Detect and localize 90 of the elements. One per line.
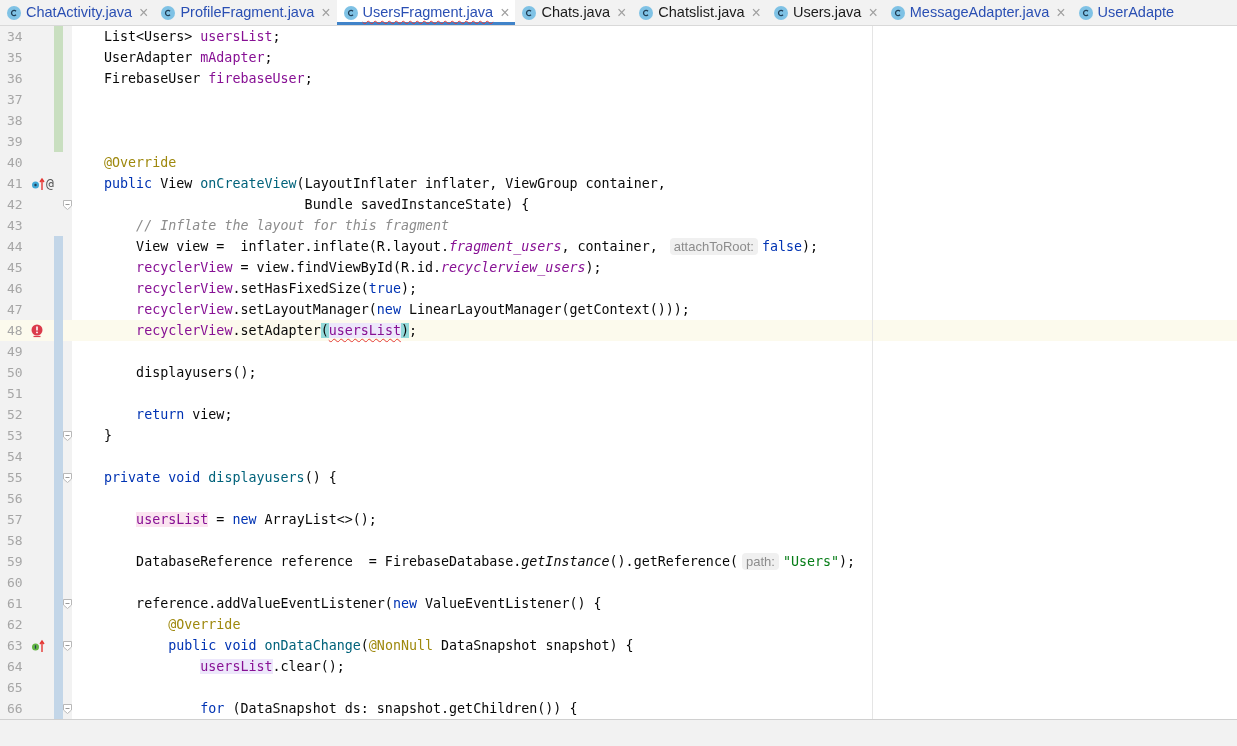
code-text: displayusers();: [135, 363, 257, 382]
line-number: 66: [6, 699, 24, 718]
editor-tab[interactable]: MessageAdapter.java ×: [883, 0, 1072, 25]
parameter-hint: path:: [741, 553, 779, 570]
code-text: usersList = new ArrayList<>();: [135, 510, 377, 529]
class-icon: [7, 5, 21, 20]
code-text: FirebaseUser firebaseUser;: [104, 69, 313, 88]
editor-tab[interactable]: UserAdapte: [1071, 0, 1181, 25]
line-number: 44: [6, 237, 24, 256]
code-text: usersList.clear();: [199, 657, 345, 676]
code-text: recyclerView.setHasFixedSize(true);: [135, 279, 417, 298]
fold-icon[interactable]: [63, 199, 72, 210]
code-text: return view;: [135, 405, 233, 424]
fold-icon[interactable]: [63, 640, 72, 651]
fold-icon[interactable]: [63, 472, 72, 483]
code-text: for (DataSnapshot ds: snapshot.getChildren()) {: [199, 699, 578, 718]
code-text: // Inflate the layout for this fragment: [135, 216, 450, 235]
line-number: 38: [6, 111, 24, 130]
code-text: Bundle savedInstanceState) {: [303, 195, 530, 214]
code-text: View view = inflater.inflate(R.layout.fragment_users, container,: [135, 237, 659, 257]
line-number: 45: [6, 258, 24, 277]
line-number: 40: [6, 153, 24, 172]
code-text: recyclerView.setAdapter(usersList);: [135, 321, 417, 340]
line-number: 49: [6, 342, 24, 361]
annotation-marker-icon: @: [46, 173, 54, 194]
line-number: 48: [6, 321, 24, 340]
line-number: 62: [6, 615, 24, 634]
code-text: }: [104, 426, 113, 445]
editor-tab[interactable]: Users.java ×: [766, 0, 884, 25]
line-number: 47: [6, 300, 24, 319]
line-number: 46: [6, 279, 24, 298]
change-marker[interactable]: [54, 131, 64, 152]
line-number: 34: [6, 27, 24, 46]
line-number: 39: [6, 132, 24, 151]
class-icon: [161, 5, 176, 20]
editor-tab[interactable]: ProfileFragment.java ×: [154, 0, 337, 25]
line-number: 56: [6, 489, 24, 508]
class-icon: [890, 5, 905, 20]
code-text: UserAdapter mAdapter;: [104, 48, 273, 67]
line-number: 37: [6, 90, 24, 109]
line-number: 53: [6, 426, 24, 445]
code-text: "Users");: [782, 552, 856, 571]
line-number: 58: [6, 531, 24, 550]
code-text: false);: [761, 237, 819, 256]
editor-tab[interactable]: UsersFragment.java ×: [336, 0, 516, 25]
line-number: 43: [6, 216, 24, 235]
editor-tab[interactable]: Chats.java ×: [515, 0, 633, 25]
line-number: 63: [6, 636, 24, 655]
line-number: 36: [6, 69, 24, 88]
change-marker[interactable]: [54, 26, 64, 47]
editor-tab[interactable]: Chatslist.java ×: [632, 0, 767, 25]
code-text: @Override: [104, 153, 177, 172]
overrides-method-icon[interactable]: [31, 176, 45, 191]
line-number: 54: [6, 447, 24, 466]
change-marker[interactable]: [54, 698, 63, 719]
code-text: DatabaseReference reference = FirebaseDatabase.getInstance().getReference(: [135, 552, 738, 571]
implements-method-icon[interactable]: [31, 638, 45, 653]
code-text: public View onCreateView(LayoutInflater inflater, ViewGroup container,: [104, 174, 666, 193]
line-number: 35: [6, 48, 24, 67]
line-number: 64: [6, 657, 24, 676]
line-number: 59: [6, 552, 24, 571]
code-text: public void onDataChange(@NonNull DataSnapshot snapshot) {: [167, 636, 634, 655]
line-number: 52: [6, 405, 24, 424]
class-icon: [639, 5, 654, 20]
change-marker[interactable]: [54, 236, 64, 257]
fold-icon[interactable]: [63, 430, 72, 441]
code-text: recyclerView = view.findViewById(R.id.recyclerview_users);: [135, 258, 602, 278]
line-number: 65: [6, 678, 24, 697]
code-text: recyclerView.setLayoutManager(new LinearLayoutManager(getContext()));: [135, 300, 690, 319]
fold-icon[interactable]: [63, 598, 72, 609]
class-icon: [522, 5, 537, 20]
fold-icon[interactable]: [63, 703, 72, 714]
error-icon[interactable]: [31, 323, 43, 338]
line-number: 60: [6, 573, 24, 592]
line-number: 61: [6, 594, 24, 613]
line-number: 55: [6, 468, 24, 487]
class-icon: [773, 5, 788, 20]
line-number: 57: [6, 510, 24, 529]
code-text: @Override: [167, 615, 241, 634]
code-text: reference.addValueEventListener(new ValueEventListener() {: [135, 594, 602, 613]
line-number: 42: [6, 195, 24, 214]
parameter-hint: attachToRoot:: [669, 238, 758, 255]
class-icon: [1078, 5, 1093, 20]
code-text: private void displayusers() {: [104, 468, 337, 487]
line-number: 50: [6, 363, 24, 382]
code-text: List<Users> usersList;: [104, 27, 281, 46]
line-number: 51: [6, 384, 24, 403]
class-icon: [343, 5, 358, 20]
editor-tab[interactable]: ChatActivity.java ×: [0, 0, 155, 25]
line-number: 41: [6, 174, 24, 193]
